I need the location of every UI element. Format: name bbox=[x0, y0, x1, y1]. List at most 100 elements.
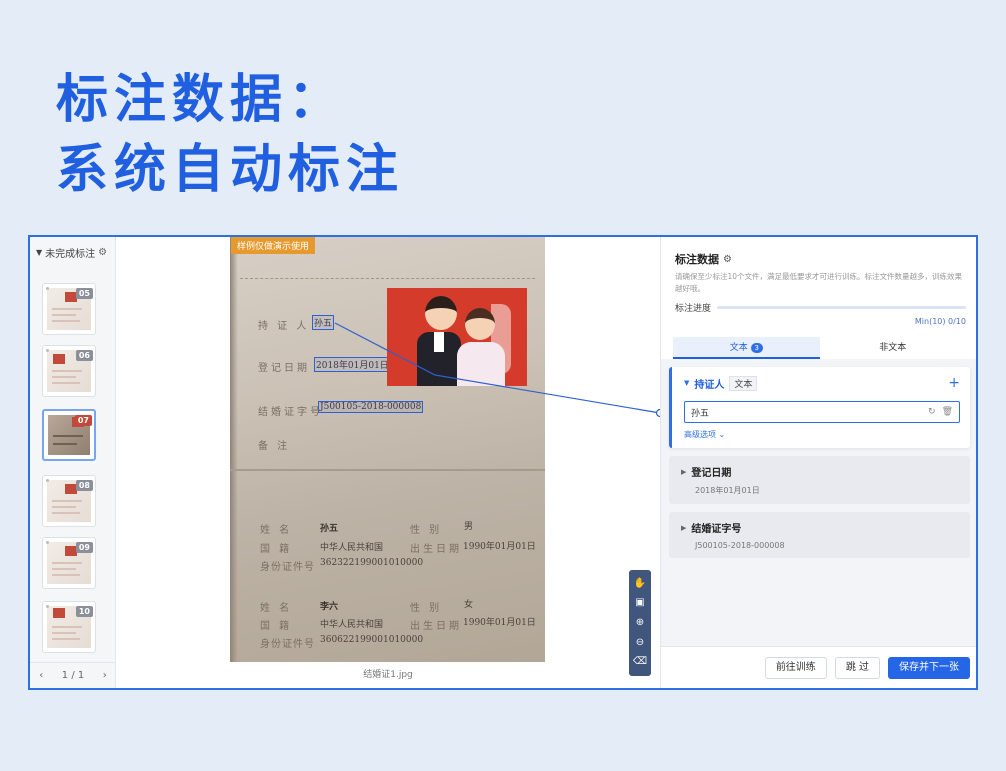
thumbnail-07[interactable]: 07 bbox=[42, 409, 96, 461]
page-separator: / bbox=[71, 670, 75, 681]
holder-annotation-box[interactable]: 孙五 bbox=[312, 315, 335, 330]
remark-label: 备 注 bbox=[258, 441, 291, 452]
caret-right-icon[interactable]: ▶ bbox=[681, 468, 686, 476]
hand-icon[interactable]: ✋ bbox=[634, 578, 646, 589]
clear-icon[interactable]: ⌫ bbox=[633, 657, 647, 667]
chevron-down-icon: ⌄ bbox=[718, 430, 726, 439]
advanced-options-toggle[interactable]: 高级选项 ⌄ bbox=[672, 423, 970, 448]
refresh-icon[interactable]: ↻ bbox=[928, 407, 936, 417]
thumbnail-pager: ‹ 1 / 1 › bbox=[30, 662, 116, 688]
p1-name-label: 姓 名 bbox=[260, 525, 293, 536]
field-card-holder[interactable]: ▼ 持证人 文本 + 孙五 ↻ 🗑 高级选项 ⌄ bbox=[669, 367, 970, 448]
total-pages: 1 bbox=[77, 670, 85, 681]
thumbnail-sidebar: ▼ 未完成标注 ⚙ 05 06 07 08 09 10 ‹ 1 / 1 › bbox=[30, 237, 116, 688]
type-tabs: 文本 3 非文本 bbox=[661, 337, 976, 359]
thumbnail-number: 09 bbox=[75, 542, 93, 553]
thumbnail-number: 10 bbox=[75, 606, 93, 617]
thumbnail-number: 08 bbox=[75, 480, 93, 491]
field-name: 登记日期 bbox=[691, 468, 732, 479]
date-annotation-box[interactable]: 2018年01月01日 bbox=[314, 357, 391, 372]
p2-birth: 1990年01月01日 bbox=[463, 618, 536, 628]
field-card-date[interactable]: ▶ 登记日期 2018年01月01日 bbox=[669, 456, 970, 504]
cert-label: 结婚证字号 bbox=[258, 407, 323, 418]
go-train-button[interactable]: 前往训练 bbox=[764, 656, 827, 679]
p1-birth-label: 出生日期 bbox=[410, 544, 462, 555]
field-value: J500105-2018-000008 bbox=[695, 541, 785, 550]
field-card-cert[interactable]: ▶ 结婚证字号 J500105-2018-000008 bbox=[669, 512, 970, 558]
field-name: 持证人 bbox=[694, 379, 725, 391]
annotation-panel: 标注数据 ⚙ 请确保至少标注10个文件，满足最低要求才可进行训练。标注文件数量越… bbox=[660, 237, 976, 688]
thumbnail-number: 06 bbox=[75, 350, 93, 361]
progress-bar bbox=[717, 306, 966, 309]
tab-text-badge: 3 bbox=[750, 343, 763, 353]
headline-line-2: 系统自动标注 bbox=[56, 140, 405, 200]
thumbnail-09[interactable]: 09 bbox=[42, 537, 96, 589]
p2-id-label: 身份证件号 bbox=[260, 639, 315, 650]
next-page-button[interactable]: › bbox=[103, 670, 107, 681]
app-window: ▼ 未完成标注 ⚙ 05 06 07 08 09 10 ‹ 1 / 1 › 持 … bbox=[28, 235, 978, 690]
demo-watermark: 样例仅做演示使用 bbox=[231, 237, 316, 254]
save-next-button[interactable]: 保存并下一张 bbox=[888, 656, 970, 679]
p2-nation-label: 国 籍 bbox=[260, 621, 293, 632]
holder-label: 持 证 人 bbox=[258, 321, 310, 332]
p1-gender-label: 性 别 bbox=[410, 525, 443, 536]
p2-gender-label: 性 别 bbox=[410, 603, 443, 614]
progress-count: Min(10) 0/10 bbox=[914, 317, 966, 326]
filter-label: 未完成标注 bbox=[45, 248, 96, 260]
headline-line-1: 标注数据： bbox=[56, 70, 347, 130]
p1-id-label: 身份证件号 bbox=[260, 562, 315, 573]
p2-name-label: 姓 名 bbox=[260, 603, 293, 614]
p1-id: 362322199001010000 bbox=[320, 558, 424, 568]
tab-text-label: 文本 bbox=[729, 343, 748, 353]
document-image[interactable]: 持 证 人 孙五 登记日期 2018年01月01日 结婚证字号 J500105-… bbox=[230, 237, 545, 662]
thumbnail-06[interactable]: 06 bbox=[42, 345, 96, 397]
cert-annotation-box[interactable]: J500105-2018-000008 bbox=[318, 401, 424, 413]
zoom-out-icon[interactable]: ⊖ bbox=[636, 637, 644, 648]
panel-description: 请确保至少标注10个文件，满足最低要求才可进行训练。标注文件数量越多，训练效果越… bbox=[675, 272, 963, 293]
p1-nation: 中华人民共和国 bbox=[320, 543, 384, 553]
p1-gender: 男 bbox=[464, 522, 474, 532]
progress-label: 标注进度 bbox=[675, 304, 712, 314]
p2-name: 李六 bbox=[320, 602, 339, 612]
field-value: 孙五 bbox=[691, 408, 710, 419]
date-label: 登记日期 bbox=[258, 363, 310, 374]
caret-down-icon: ▼ bbox=[36, 247, 43, 257]
plus-icon[interactable]: + bbox=[948, 375, 960, 391]
p2-id: 360622199001010000 bbox=[320, 635, 424, 645]
tab-non-text-label: 非文本 bbox=[879, 343, 907, 353]
unlabeled-filter[interactable]: ▼ 未完成标注 ⚙ bbox=[30, 237, 115, 267]
panel-title: 标注数据 bbox=[675, 253, 719, 266]
thumbnail-number: 05 bbox=[75, 288, 93, 299]
prev-page-button[interactable]: ‹ bbox=[39, 670, 43, 681]
field-value-input[interactable]: 孙五 ↻ 🗑 bbox=[684, 401, 960, 423]
caret-right-icon[interactable]: ▶ bbox=[681, 524, 686, 532]
annotation-canvas[interactable]: 持 证 人 孙五 登记日期 2018年01月01日 结婚证字号 J500105-… bbox=[116, 237, 660, 688]
p2-gender: 女 bbox=[464, 600, 474, 610]
file-name: 结婚证1.jpg bbox=[363, 670, 413, 680]
p1-nation-label: 国 籍 bbox=[260, 544, 293, 555]
thumbnail-10[interactable]: 10 bbox=[42, 601, 96, 653]
caret-down-icon[interactable]: ▼ bbox=[684, 379, 689, 387]
field-name: 结婚证字号 bbox=[691, 524, 742, 535]
gear-icon[interactable]: ⚙ bbox=[98, 247, 107, 258]
wedding-photo bbox=[387, 288, 527, 386]
zoom-in-icon[interactable]: ⊕ bbox=[636, 617, 644, 628]
panel-footer: 前往训练 跳 过 保存并下一张 bbox=[661, 646, 976, 688]
delete-icon[interactable]: 🗑 bbox=[942, 407, 953, 417]
current-page: 1 bbox=[61, 670, 69, 681]
field-type-tag: 文本 bbox=[729, 375, 758, 391]
skip-button[interactable]: 跳 过 bbox=[834, 656, 880, 679]
p1-name: 孙五 bbox=[320, 524, 339, 534]
p2-birth-label: 出生日期 bbox=[410, 621, 462, 632]
p1-birth: 1990年01月01日 bbox=[463, 542, 536, 552]
p2-nation: 中华人民共和国 bbox=[320, 620, 384, 630]
gear-icon[interactable]: ⚙ bbox=[723, 254, 732, 265]
thumbnail-number: 07 bbox=[74, 415, 92, 426]
thumbnail-05[interactable]: 05 bbox=[42, 283, 96, 335]
select-icon[interactable]: ▣ bbox=[635, 598, 644, 608]
tab-non-text[interactable]: 非文本 bbox=[820, 337, 967, 359]
tab-text[interactable]: 文本 3 bbox=[673, 337, 820, 359]
field-value: 2018年01月01日 bbox=[695, 486, 760, 495]
thumbnail-08[interactable]: 08 bbox=[42, 475, 96, 527]
canvas-toolbar: ✋ ▣ ⊕ ⊖ ⌫ bbox=[629, 570, 651, 676]
